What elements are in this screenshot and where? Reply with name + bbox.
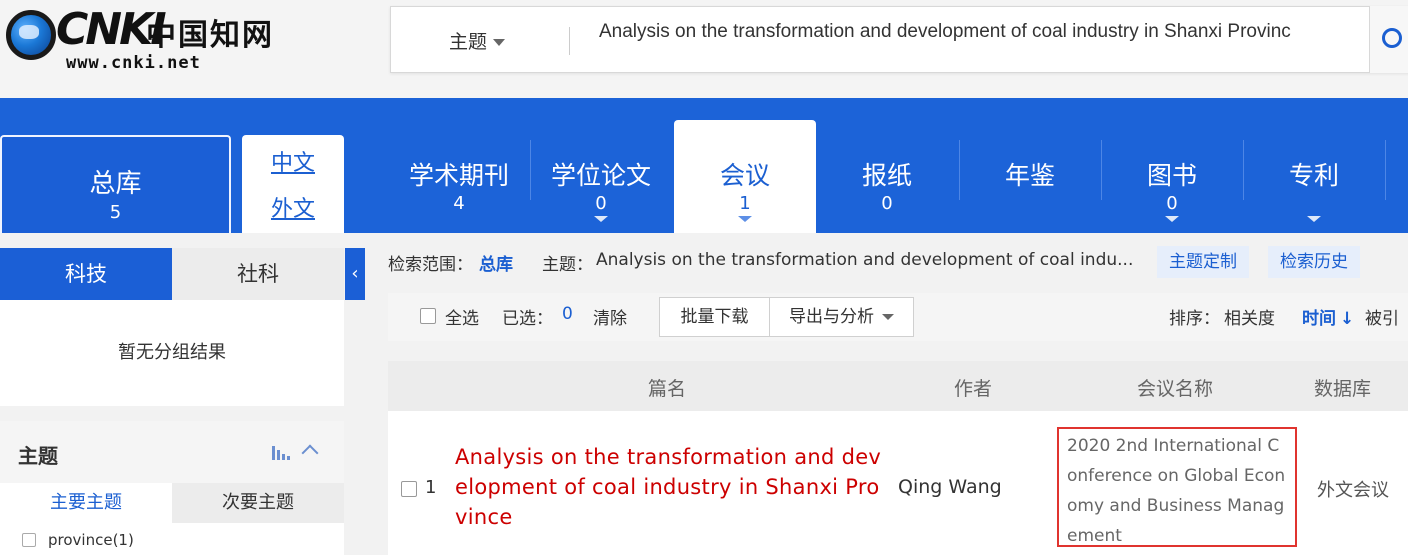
chevron-down-icon xyxy=(1307,216,1321,222)
page: CNKI 中国知网 www.cnki.net 主题 Analysis on th… xyxy=(0,0,1408,555)
tab-main-topic[interactable]: 主要主题 xyxy=(0,483,172,523)
total-library-label: 总库 xyxy=(89,169,142,199)
tab-theses[interactable]: 学位论文 0 xyxy=(530,120,672,233)
search-icon xyxy=(1382,28,1402,48)
tab-patents[interactable]: 专利 xyxy=(1243,120,1385,233)
tab-label: 图书 xyxy=(1146,161,1197,190)
selected-count: 0 xyxy=(562,304,573,324)
scope-value: 总库 xyxy=(479,255,513,275)
total-library-tab[interactable]: 总库 5 xyxy=(0,135,231,233)
scope-topic-label: 主题： xyxy=(542,255,593,275)
tab-newspapers[interactable]: 报纸 0 xyxy=(816,120,958,233)
column-conference: 会议名称 xyxy=(1137,378,1214,400)
search-button[interactable] xyxy=(1369,6,1408,73)
tab-label: 学位论文 xyxy=(550,161,651,190)
facet-label: province(1) xyxy=(48,531,134,549)
tab-secondary-topic[interactable]: 次要主题 xyxy=(172,483,344,523)
tab-conferences[interactable]: 会议 1 xyxy=(674,120,816,233)
sort-time-label: 时间 xyxy=(1302,309,1336,329)
chevron-down-icon xyxy=(594,216,608,222)
sort-time[interactable]: 时间 ↓ xyxy=(1302,304,1354,329)
topic-facet-panel: 主题 主要主题 次要主题 province(1) xyxy=(0,421,344,555)
tab-count: 0 xyxy=(595,193,607,214)
tab-journals[interactable]: 学术期刊 4 xyxy=(388,120,530,233)
export-analysis-button[interactable]: 导出与分析 xyxy=(769,297,914,337)
facet-checkbox[interactable] xyxy=(22,533,36,547)
tab-label: 年鉴 xyxy=(1004,161,1055,190)
result-database: 外文会议 xyxy=(1317,480,1389,501)
search-box: 主题 Analysis on the transformation and de… xyxy=(390,6,1408,73)
column-author: 作者 xyxy=(954,378,993,400)
tab-social-science[interactable]: 社科 xyxy=(172,248,344,300)
cnki-logo[interactable]: CNKI 中国知网 www.cnki.net xyxy=(4,4,274,74)
results-table-header: 篇名 作者 会议名称 数据库 xyxy=(388,361,1408,411)
tab-label: 专利 xyxy=(1288,161,1339,190)
row-checkbox[interactable] xyxy=(401,481,417,497)
facet-item[interactable]: province(1) xyxy=(22,531,134,549)
left-sidebar: 科技 社科 ‹ 暂无分组结果 主题 主要主题 次要主题 province(1) xyxy=(0,233,365,555)
chevron-down-icon xyxy=(1165,216,1179,222)
clear-selection-link[interactable]: 清除 xyxy=(593,304,627,329)
result-title-link[interactable]: Analysis on the transformation and devel… xyxy=(455,442,885,532)
topic-facet-header[interactable]: 主题 xyxy=(0,421,344,483)
tab-count: 4 xyxy=(453,193,465,214)
search-scope: 检索范围： 总库 主题： Analysis on the transformat… xyxy=(388,246,1408,278)
search-field-select[interactable]: 主题 xyxy=(449,27,506,54)
tab-divider xyxy=(1385,140,1386,200)
caret-down-icon xyxy=(882,314,894,320)
table-row: 1 Analysis on the transformation and dev… xyxy=(388,411,1408,555)
arrow-down-icon: ↓ xyxy=(1340,309,1355,329)
search-divider xyxy=(569,27,570,55)
lang-foreign-link[interactable]: 外文 xyxy=(242,191,344,223)
tab-books[interactable]: 图书 0 xyxy=(1101,120,1243,233)
bar-chart-icon[interactable] xyxy=(272,446,290,460)
chevron-up-icon[interactable] xyxy=(301,444,319,462)
category-tabs: 科技 社科 xyxy=(0,248,344,307)
tab-yearbooks[interactable]: 年鉴 xyxy=(959,120,1101,233)
result-author-link[interactable]: Qing Wang xyxy=(898,476,1002,498)
lang-chinese-link[interactable]: 中文 xyxy=(242,145,344,177)
tab-science-tech[interactable]: 科技 xyxy=(0,248,172,307)
select-all-checkbox[interactable] xyxy=(420,308,436,324)
logo-chinese-name: 中国知网 xyxy=(146,18,274,53)
column-database: 数据库 xyxy=(1314,378,1372,400)
header: CNKI 中国知网 www.cnki.net 主题 Analysis on th… xyxy=(0,0,1408,98)
select-all-label[interactable]: 全选 xyxy=(445,304,479,329)
topic-custom-button[interactable]: 主题定制 xyxy=(1157,246,1249,278)
sort-relevance[interactable]: 相关度 xyxy=(1224,304,1275,329)
tab-label: 报纸 xyxy=(861,161,912,190)
caret-down-icon xyxy=(493,39,506,46)
collapse-sidebar-button[interactable]: ‹ xyxy=(345,248,365,300)
batch-download-button[interactable]: 批量下载 xyxy=(659,297,770,337)
export-label: 导出与分析 xyxy=(789,307,874,327)
topic-facet-title: 主题 xyxy=(18,444,58,468)
globe-icon xyxy=(6,10,56,60)
search-history-button[interactable]: 检索历史 xyxy=(1268,246,1360,278)
tab-count: 0 xyxy=(881,193,893,214)
tab-label: 学术期刊 xyxy=(408,161,509,190)
tab-count: 0 xyxy=(1166,193,1178,214)
selected-label: 已选： xyxy=(502,309,553,329)
sort-cited[interactable]: 被引 xyxy=(1365,304,1399,329)
tab-label: 会议 xyxy=(719,161,770,190)
row-index: 1 xyxy=(425,477,437,498)
topic-sub-tabs: 主要主题 次要主题 xyxy=(0,483,344,523)
language-switch: 中文 外文 xyxy=(242,135,344,233)
column-title: 篇名 xyxy=(648,378,687,400)
scope-label: 检索范围： xyxy=(388,255,473,275)
tab-count: 1 xyxy=(739,193,751,214)
logo-url: www.cnki.net xyxy=(66,53,201,73)
scope-topic-value: Analysis on the transformation and devel… xyxy=(596,250,1134,270)
no-group-results: 暂无分组结果 xyxy=(0,300,344,406)
results-toolbar: 全选 已选： 0 清除 批量下载 导出与分析 排序： 相关度 时间 ↓ 被引 xyxy=(388,293,1408,341)
result-conference-name[interactable]: 2020 2nd International Conference on Glo… xyxy=(1057,427,1297,547)
chevron-down-icon xyxy=(738,216,752,222)
total-library-count: 5 xyxy=(109,202,122,223)
search-input[interactable]: Analysis on the transformation and devel… xyxy=(599,21,1369,59)
sort-label: 排序： xyxy=(1169,309,1220,329)
search-field-label: 主题 xyxy=(449,31,488,53)
